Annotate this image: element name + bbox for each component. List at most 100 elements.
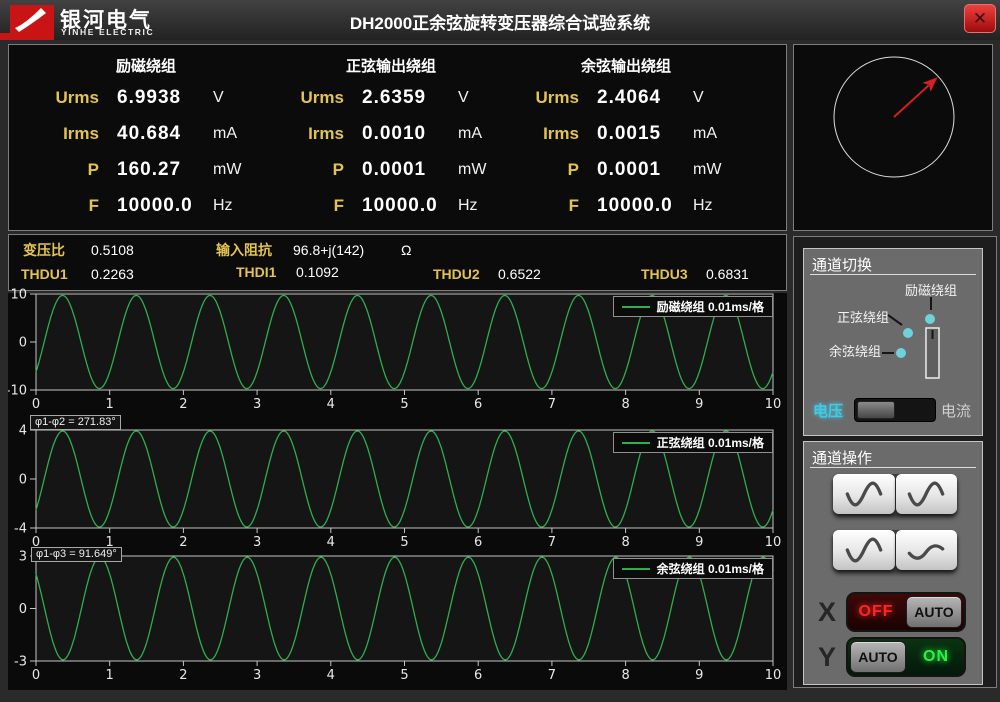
y-auto-button[interactable]: AUTO [850,641,906,673]
legend-line-icon [622,306,650,308]
winding-header: 余弦输出绕组 [551,55,701,76]
irms-unit: mA [213,119,237,149]
power-unit: mW [458,155,486,185]
irms-label: Irms [41,119,99,149]
waveform-button-row-1 [833,474,957,514]
svg-text:2: 2 [179,668,187,683]
urms-value: 6.9938 [117,83,181,113]
svg-text:7: 7 [548,668,556,683]
phase-dial [794,45,992,230]
thdi1-value: 0.1092 [296,262,339,282]
legend-label: 正弦绕组 0.01ms/格 [657,434,764,451]
x-auto-label: AUTO [914,604,953,620]
irms-unit: mA [458,119,482,149]
toggle-knob[interactable] [857,401,895,419]
svg-text:4: 4 [327,397,335,412]
y-on-button[interactable]: ON [908,639,964,675]
waveform-button[interactable] [896,474,958,514]
svg-text:0: 0 [19,602,27,617]
channel-ops-panel: 通道操作 X OFF AUTO Y [803,441,983,685]
ratio-label: 变压比 [23,240,65,260]
chart-legend: 余弦绕组 0.01ms/格 [613,558,773,579]
power-value: 160.27 [117,155,181,185]
svg-text:-10: -10 [8,384,27,399]
freq-label: F [41,191,99,221]
phase-diff-annotation: φ1-φ2 = 271.83° [30,415,121,430]
irms-value: 0.0015 [597,119,661,149]
thdi1-label: THDI1 [236,262,276,282]
y-axis-rocker: AUTO ON [846,637,966,677]
winding-header: 励磁绕组 [71,55,221,76]
ratio-value: 0.5108 [91,240,134,260]
info-bar: 变压比 0.5108 输入阻抗 96.8+j(142) Ω THDU1 0.22… [8,234,787,291]
window-title: DH2000正余弦旋转变压器综合试验系统 [0,9,1000,34]
waveform-button[interactable] [833,474,895,514]
svg-text:0: 0 [19,473,27,488]
svg-text:0: 0 [32,397,40,412]
thdu3-value: 0.6831 [706,264,749,284]
x-axis-rocker: OFF AUTO [846,592,966,632]
waveform-chart-sine: 40-4012345678910 φ1-φ2 = 271.83° 正弦绕组 0.… [8,412,792,550]
theta-needle-icon [890,73,942,122]
urms-label: Urms [41,83,99,113]
channel-switch-panel: 通道切换 励磁绕组 正弦绕组 余弦绕组 电压 电流 [803,248,983,436]
power-label: P [286,155,344,185]
irms-label: Irms [521,119,579,149]
irms-value: 0.0010 [362,119,426,149]
impedance-value: 96.8+j(142) [293,240,364,260]
svg-text:9: 9 [695,397,703,412]
winding-column-sine: 正弦输出绕组 Urms2.6359V Irms0.0010mA P0.0001m… [286,45,521,232]
waveform-button[interactable] [833,530,895,570]
svg-text:8: 8 [621,668,629,683]
winding-column-cosine: 余弦输出绕组 Urms2.4064V Irms0.0015mA P0.0001m… [521,45,756,232]
svg-text:0: 0 [19,336,27,351]
svg-text:1: 1 [106,668,114,683]
legend-line-icon [622,442,650,444]
power-unit: mW [213,155,241,185]
y-axis-label: Y [818,637,844,677]
close-icon: ✕ [973,9,987,28]
title-bar: 银河电气 YINHE ELECTRIC DH2000正余弦旋转变压器综合试验系统… [0,0,1000,40]
waveform-button[interactable] [896,530,958,570]
voltage-current-toggle[interactable] [854,398,936,422]
freq-unit: Hz [458,191,478,221]
y-on-label: ON [923,648,949,666]
channel-indicator-dot[interactable] [903,328,913,338]
svg-text:10: 10 [765,397,782,412]
svg-text:10: 10 [10,288,27,303]
phase-diff-annotation: φ1-φ3 = 91.649° [31,547,122,562]
close-button[interactable]: ✕ [964,4,996,33]
freq-value: 10000.0 [117,191,193,221]
svg-text:-4: -4 [14,522,27,537]
svg-text:7: 7 [548,397,556,412]
svg-text:8: 8 [621,397,629,412]
svg-text:10: 10 [765,668,782,683]
thdu2-label: THDU2 [433,264,480,284]
thdu3-label: THDU3 [641,264,688,284]
impedance-label: 输入阻抗 [216,240,272,260]
channel-indicator-dot[interactable] [925,314,935,324]
svg-text:3: 3 [253,668,261,683]
voltage-label: 电压 [813,400,843,421]
urms-label: Urms [286,83,344,113]
current-label: 电流 [941,400,971,421]
waveform-chart-cosine: 30-3012345678910 φ1-φ3 = 91.649° 余弦绕组 0.… [8,543,792,691]
control-sidebar: 通道切换 励磁绕组 正弦绕组 余弦绕组 电压 电流 通道操作 [793,236,997,688]
x-auto-button[interactable]: AUTO [906,596,962,628]
waveform-chart-excitation: 100-10012345678910 励磁绕组 0.01ms/格 [8,286,792,412]
svg-text:5: 5 [400,397,408,412]
urms-unit: V [213,83,224,113]
urms-unit: V [458,83,469,113]
power-value: 0.0001 [362,155,426,185]
x-off-button[interactable]: OFF [848,594,904,630]
impedance-unit: Ω [401,240,411,260]
channel-selector-graphic [804,249,982,393]
winding-column-excitation: 励磁绕组 Urms6.9938V Irms40.684mA P160.27mW … [41,45,276,232]
svg-text:6: 6 [474,668,482,683]
urms-label: Urms [521,83,579,113]
freq-unit: Hz [213,191,233,221]
freq-label: F [521,191,579,221]
svg-text:0: 0 [32,668,40,683]
power-label: P [41,155,99,185]
channel-indicator-dot[interactable] [896,348,906,358]
